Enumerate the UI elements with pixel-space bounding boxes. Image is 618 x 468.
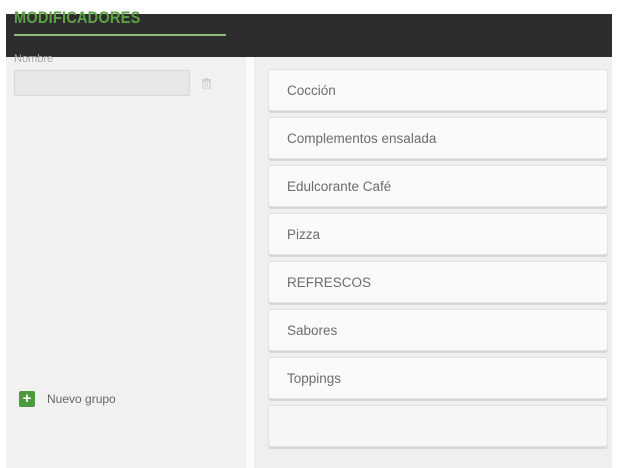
group-item-sabores[interactable]: Sabores	[268, 309, 608, 351]
group-item-complementos-ensalada[interactable]: Complementos ensalada	[268, 117, 608, 159]
group-item-edulcorante-cafe[interactable]: Edulcorante Café	[268, 165, 608, 207]
panel-divider	[246, 57, 254, 468]
plus-icon: +	[19, 391, 35, 407]
group-list: Cocción Complementos ensalada Edulcorant…	[268, 69, 608, 453]
group-item-pizza[interactable]: Pizza	[268, 213, 608, 255]
group-item-coccion[interactable]: Cocción	[268, 69, 608, 111]
new-group-button[interactable]: + Nuevo grupo	[19, 389, 116, 409]
title-underline	[14, 34, 226, 36]
name-input[interactable]	[14, 70, 190, 96]
name-label: Nombre	[14, 53, 54, 65]
panel-title: MODIFICADORES	[14, 8, 141, 27]
group-item-refrescos[interactable]: REFRESCOS	[268, 261, 608, 303]
trash-icon[interactable]	[202, 78, 211, 89]
group-item-toppings[interactable]: Toppings	[268, 357, 608, 399]
group-item-empty[interactable]	[268, 405, 608, 447]
new-group-label: Nuevo grupo	[47, 392, 116, 406]
